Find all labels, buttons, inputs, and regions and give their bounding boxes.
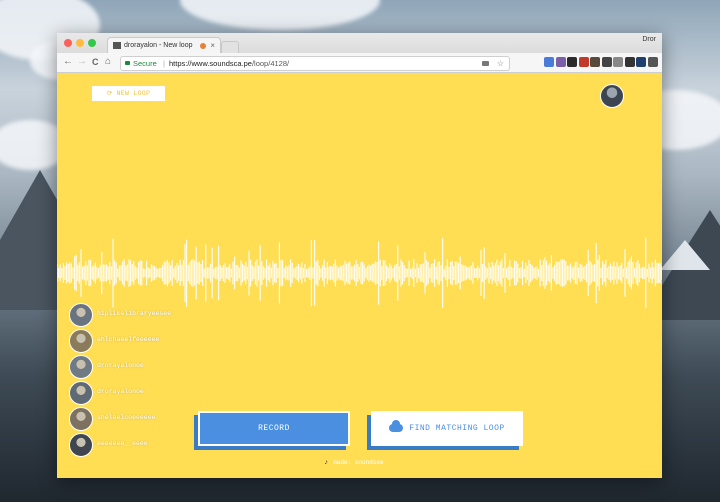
extension-icon[interactable] <box>567 57 577 67</box>
address-separator: | <box>163 59 165 68</box>
music-note-icon: ♪ <box>324 459 329 467</box>
user-name: eeeeeee__eeee <box>97 440 148 447</box>
user-avatar-icon <box>69 329 93 353</box>
new-loop-label: NEW LOOP <box>116 90 151 97</box>
refresh-icon: ⟳ <box>106 90 113 97</box>
user-name: ehlchaeelfeeeeee <box>97 336 160 343</box>
extension-icon[interactable] <box>601 57 612 67</box>
extension-icon[interactable] <box>590 57 600 67</box>
address-bar[interactable]: Secure | https://www.soundsca.pe/loop/41… <box>120 56 510 71</box>
minimize-window-button[interactable] <box>76 39 84 47</box>
extension-icon[interactable] <box>578 57 589 67</box>
extension-icon[interactable] <box>555 57 566 67</box>
browser-window: drorayalon - New loop × Dror ← → C ⌂ Sec… <box>57 33 662 478</box>
tab-close-icon[interactable]: × <box>210 38 215 54</box>
lock-icon <box>125 61 130 65</box>
browser-toolbar: ← → C ⌂ Secure | https://www.soundsca.pe… <box>57 53 662 73</box>
reload-icon[interactable]: C <box>92 56 99 68</box>
user-avatar-icon <box>69 355 93 379</box>
find-matching-loop-label: FIND MATCHING LOOP <box>409 424 505 433</box>
user-avatar-icon <box>69 303 93 327</box>
url-text: https://www.soundsca.pe/loop/4128/ <box>169 57 289 70</box>
extension-icon[interactable] <box>636 57 646 67</box>
user-avatar[interactable] <box>600 84 624 108</box>
url-host: https://www.soundsca.pe <box>169 59 252 68</box>
tab-title: drorayalon - New loop <box>124 42 193 49</box>
favicon-icon <box>113 42 121 49</box>
cloud-icon <box>389 419 404 432</box>
user-name: drorayalonoe <box>97 388 144 395</box>
user-name: drorayalonoe <box>97 362 144 369</box>
record-button[interactable]: RECORD <box>198 411 350 446</box>
home-icon[interactable]: ⌂ <box>105 56 111 68</box>
page-content: ⟳ NEW LOOP hiplikelibraryeesee ehlchaeelfe… <box>57 73 662 478</box>
extension-icon[interactable] <box>613 57 623 67</box>
user-avatar-icon <box>69 381 93 405</box>
browser-tab[interactable]: drorayalon - New loop × <box>107 37 221 54</box>
camera-icon[interactable] <box>482 61 489 66</box>
user-name: hiplikelibraryeesee <box>97 310 172 317</box>
user-avatar-icon <box>69 433 93 457</box>
find-matching-loop-button[interactable]: FIND MATCHING LOOP <box>371 411 523 446</box>
url-path: /loop/4128/ <box>251 59 290 68</box>
extension-icon[interactable] <box>624 57 635 67</box>
footer-credit: ♪ made: soundsee <box>324 459 384 467</box>
new-loop-button[interactable]: ⟳ NEW LOOP <box>92 86 165 101</box>
recording-indicator-icon <box>200 43 206 49</box>
close-window-button[interactable] <box>64 39 72 47</box>
extension-icon[interactable] <box>544 57 554 67</box>
user-avatar-icon <box>69 407 93 431</box>
back-icon[interactable]: ← <box>63 56 73 68</box>
profile-name[interactable]: Dror <box>642 36 656 43</box>
title-bar: drorayalon - New loop × Dror <box>57 33 662 54</box>
bookmark-star-icon[interactable]: ☆ <box>497 57 504 70</box>
footer-text: made: soundsee <box>333 459 384 466</box>
forward-icon[interactable]: → <box>77 56 87 68</box>
extension-icon[interactable] <box>647 57 658 67</box>
secure-label: Secure <box>133 59 157 68</box>
user-name: sheleelcoeeeeee <box>97 414 156 421</box>
waveform <box>57 237 662 309</box>
zoom-window-button[interactable] <box>88 39 96 47</box>
